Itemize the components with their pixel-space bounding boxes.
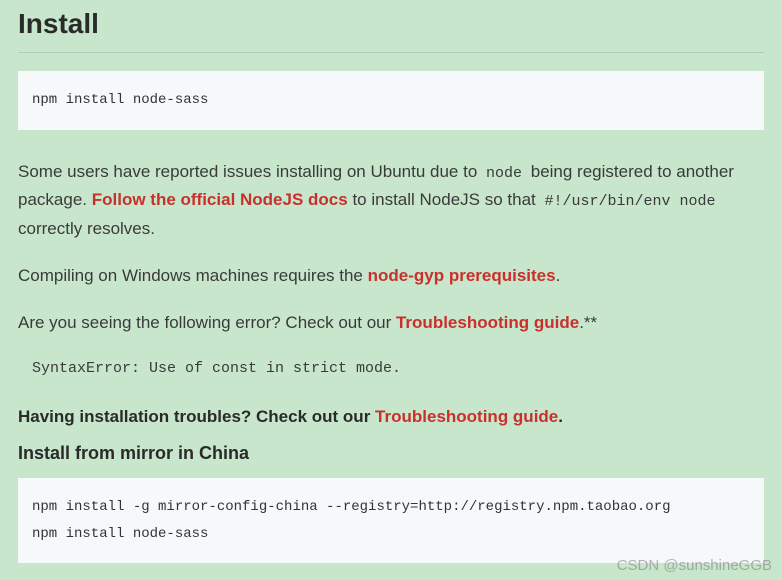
link-troubleshooting-1[interactable]: Troubleshooting guide	[396, 313, 579, 332]
subheading-mirror-china: Install from mirror in China	[18, 443, 764, 464]
text: .	[558, 407, 563, 426]
text: to install NodeJS so that	[348, 190, 541, 209]
paragraph-troubles: Having installation troubles? Check out …	[18, 407, 764, 427]
paragraph-windows: Compiling on Windows machines requires t…	[18, 262, 764, 291]
text: Some users have reported issues installi…	[18, 162, 482, 181]
link-node-gyp[interactable]: node-gyp prerequisites	[368, 266, 556, 285]
code-block-install: npm install node-sass	[18, 71, 764, 130]
link-nodejs-docs[interactable]: Follow the official NodeJS docs	[92, 190, 348, 209]
code-block-mirror: npm install -g mirror-config-china --reg…	[18, 478, 764, 563]
text: Are you seeing the following error? Chec…	[18, 313, 396, 332]
text: .**	[579, 313, 597, 332]
text: Having installation troubles? Check out …	[18, 407, 375, 426]
text: Compiling on Windows machines requires t…	[18, 266, 368, 285]
inline-code-node: node	[482, 163, 526, 184]
paragraph-error-question: Are you seeing the following error? Chec…	[18, 309, 764, 338]
text: .	[556, 266, 561, 285]
inline-code-env: #!/usr/bin/env node	[541, 191, 720, 212]
install-heading: Install	[18, 8, 764, 53]
link-troubleshooting-2[interactable]: Troubleshooting guide	[375, 407, 558, 426]
text: correctly resolves.	[18, 219, 155, 238]
paragraph-ubuntu: Some users have reported issues installi…	[18, 158, 764, 245]
error-text: SyntaxError: Use of const in strict mode…	[32, 360, 764, 377]
